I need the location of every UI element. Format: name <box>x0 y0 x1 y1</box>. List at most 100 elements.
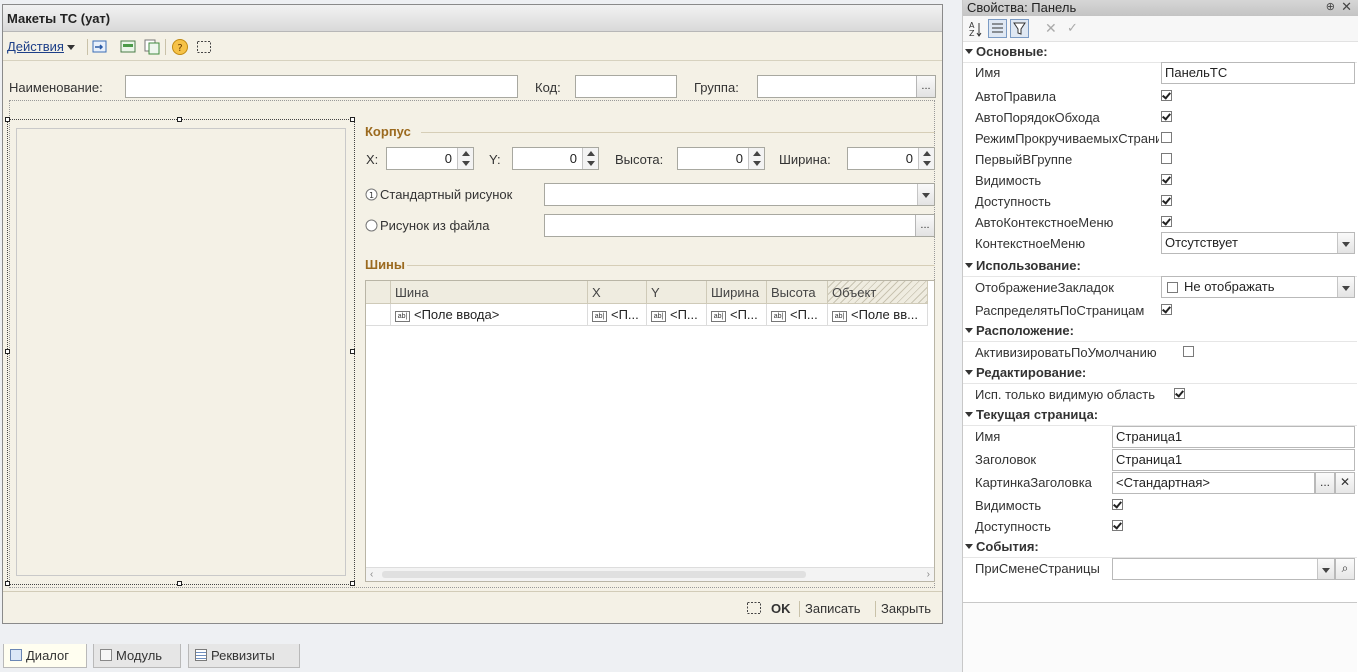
table-cell[interactable]: ab| <П... <box>647 304 707 326</box>
group-main[interactable]: Основные: <box>965 44 1048 59</box>
table-cell[interactable]: ab| <П... <box>707 304 767 326</box>
scroll-right-icon[interactable]: › <box>927 569 930 580</box>
page-caption-input[interactable]: Страница1 <box>1112 449 1355 471</box>
name-field[interactable] <box>125 75 518 98</box>
prop-name-input[interactable]: ПанельТС <box>1161 62 1355 84</box>
resize-handle[interactable] <box>5 581 10 586</box>
table-cell[interactable]: ab| <Поле вв... <box>828 304 928 326</box>
insert-row-icon[interactable] <box>91 38 109 56</box>
prop-autoorder-checkbox[interactable] <box>1161 111 1172 122</box>
tires-table[interactable]: Шина X Y Ширина Высота Объект ab| <Поле в… <box>365 280 935 582</box>
prop-activate-default-checkbox[interactable] <box>1183 346 1194 357</box>
group-usage[interactable]: Использование: <box>965 258 1081 273</box>
column-header-selected[interactable]: Объект <box>828 281 928 304</box>
clear-icon[interactable]: ✕ <box>1045 20 1057 37</box>
y-spinner[interactable] <box>582 148 598 169</box>
form-window: Макеты ТС (уат) Действия ? Наименование:… <box>2 4 943 624</box>
chevron-down-icon[interactable] <box>917 184 934 205</box>
sort-az-icon[interactable]: AZ <box>967 20 983 38</box>
tab-dialog[interactable]: Диалог <box>3 644 87 668</box>
resize-handle[interactable] <box>350 349 355 354</box>
clear-icon[interactable]: ✕ <box>1335 472 1355 494</box>
code-field[interactable] <box>575 75 677 98</box>
prop-enabled-checkbox[interactable] <box>1161 195 1172 206</box>
resize-handle[interactable] <box>5 349 10 354</box>
table-cell[interactable]: ab| <Поле ввода> <box>391 304 588 326</box>
filter-icon[interactable] <box>1010 19 1029 38</box>
table-cell[interactable]: ab| <П... <box>767 304 828 326</box>
prop-autorules-checkbox[interactable] <box>1161 90 1172 101</box>
categorized-icon[interactable] <box>988 19 1007 38</box>
prop-autocontext-checkbox[interactable] <box>1161 216 1172 227</box>
search-icon[interactable]: ⌕ <box>1335 558 1355 580</box>
prop-firstingroup-checkbox[interactable] <box>1161 153 1172 164</box>
apply-icon[interactable]: ✓ <box>1067 20 1078 36</box>
pin-icon[interactable]: ⊕ <box>1326 0 1335 15</box>
group-label: Текущая страница: <box>976 407 1099 422</box>
resize-handle[interactable] <box>350 581 355 586</box>
column-header[interactable]: Y <box>647 281 707 304</box>
resize-handle[interactable] <box>177 581 182 586</box>
prop-visible-area-checkbox[interactable] <box>1174 388 1185 399</box>
chevron-down-icon[interactable] <box>1337 277 1354 297</box>
x-field[interactable]: 0 <box>386 147 474 170</box>
column-header[interactable]: Высота <box>767 281 828 304</box>
table-cell[interactable]: ab| <П... <box>588 304 647 326</box>
resize-handle[interactable] <box>350 117 355 122</box>
prop-contextmenu-select[interactable]: Отсутствует <box>1161 232 1355 254</box>
prop-visible-checkbox[interactable] <box>1161 174 1172 185</box>
page-visible-checkbox[interactable] <box>1112 499 1123 510</box>
resize-handle[interactable] <box>5 117 10 122</box>
group-layout[interactable]: Расположение: <box>965 323 1074 338</box>
height-field[interactable]: 0 <box>677 147 765 170</box>
scroll-left-icon[interactable]: ‹ <box>370 569 373 580</box>
group-events[interactable]: События: <box>965 539 1039 554</box>
page-picture-select-button[interactable]: ... <box>1315 472 1335 494</box>
standard-picture-select[interactable] <box>544 183 935 206</box>
page-enabled-checkbox[interactable] <box>1112 520 1123 531</box>
module-tabs: Диалог Модуль Реквизиты <box>0 644 960 672</box>
x-spinner[interactable] <box>457 148 473 169</box>
chevron-down-icon[interactable] <box>1337 233 1354 253</box>
event-pagechange-label: ПриСменеСтраницы <box>975 561 1100 576</box>
prop-scrollmode-checkbox[interactable] <box>1161 132 1172 143</box>
y-field[interactable]: 0 <box>512 147 599 170</box>
column-header[interactable]: Ширина <box>707 281 767 304</box>
horizontal-scrollbar[interactable]: ‹ › <box>366 567 934 581</box>
prop-tabs-display-select[interactable]: Не отображать <box>1161 276 1355 298</box>
close-button[interactable]: Закрыть <box>881 601 931 616</box>
help-icon[interactable]: ? <box>171 38 189 56</box>
resize-handle[interactable] <box>177 117 182 122</box>
close-icon[interactable]: ✕ <box>1341 0 1352 14</box>
collapse-icon <box>965 263 973 268</box>
tab-attributes[interactable]: Реквизиты <box>188 644 300 668</box>
event-pagechange-select[interactable] <box>1112 558 1335 580</box>
height-spinner[interactable] <box>748 148 764 169</box>
page-picture-input[interactable]: <Стандартная> <box>1112 472 1315 494</box>
image-frame[interactable] <box>7 119 355 585</box>
ok-button[interactable]: OK <box>771 601 791 616</box>
copy-icon[interactable] <box>143 38 161 56</box>
form-view-icon[interactable] <box>119 38 137 56</box>
save-button[interactable]: Записать <box>805 601 861 616</box>
page-name-input[interactable]: Страница1 <box>1112 426 1355 448</box>
group-select-button[interactable]: ... <box>916 76 935 97</box>
scrollbar-thumb[interactable] <box>382 571 806 578</box>
group-editing[interactable]: Редактирование: <box>965 365 1086 380</box>
group-current-page[interactable]: Текущая страница: <box>965 407 1098 422</box>
width-value: 0 <box>905 151 913 166</box>
width-spinner[interactable] <box>918 148 934 169</box>
select-area-icon[interactable] <box>195 38 213 56</box>
actions-menu[interactable]: Действия <box>7 39 75 54</box>
chevron-down-icon[interactable] <box>1317 559 1334 579</box>
prop-distribute-checkbox[interactable] <box>1161 304 1172 315</box>
form-statusbar: OK Записать Закрыть <box>3 591 942 623</box>
width-field[interactable]: 0 <box>847 147 935 170</box>
tab-module[interactable]: Модуль <box>93 644 181 668</box>
group-field[interactable]: ... <box>757 75 936 98</box>
column-header[interactable]: X <box>588 281 647 304</box>
file-picture-field[interactable]: ... <box>544 214 935 237</box>
column-header[interactable]: Шина <box>391 281 588 304</box>
file-select-button[interactable]: ... <box>915 215 934 236</box>
page-picture-label: КартинкаЗаголовка <box>975 475 1092 490</box>
